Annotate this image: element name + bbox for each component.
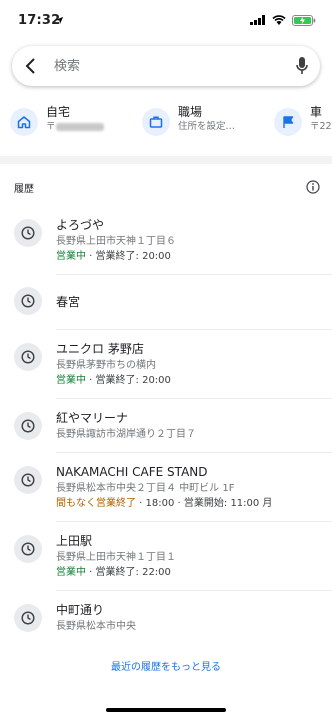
place-hours: 間もなく営業終了 · 18:00 · 営業開始: 11:00 月 bbox=[56, 498, 273, 509]
battery-charging-icon bbox=[292, 14, 316, 26]
open-status: 営業中 bbox=[56, 567, 86, 578]
place-address: 長野県上田市天神１丁目６ bbox=[56, 236, 176, 247]
home-indicator bbox=[106, 708, 226, 712]
home-icon bbox=[10, 108, 38, 136]
place-name: よろづや bbox=[56, 218, 105, 232]
history-item[interactable]: 紅やマリーナ 長野県諏訪市湖岸通り２丁目７ bbox=[0, 399, 332, 453]
place-hours: 営業中 · 営業終了: 20:00 bbox=[56, 375, 171, 386]
history-item[interactable]: 春宮 bbox=[0, 275, 332, 330]
shortcut-work[interactable]: 職場 住所を設定… bbox=[142, 104, 274, 148]
redacted-address bbox=[55, 122, 104, 131]
shortcut-home-label: 自宅 bbox=[46, 105, 71, 119]
status-bar: 17:32 bbox=[0, 0, 332, 40]
shortcut-home-sub: 〒 bbox=[46, 120, 104, 134]
history-header: 履歴 bbox=[0, 168, 332, 206]
clock-icon bbox=[14, 604, 42, 632]
place-name: 春宮 bbox=[56, 295, 81, 309]
shortcut-car-label: 車 bbox=[310, 105, 323, 119]
briefcase-icon bbox=[142, 108, 170, 136]
history-item[interactable]: NAKAMACHI CAFE STAND 長野県松本市中央２丁目４ 中町ビル 1… bbox=[0, 453, 332, 522]
shortcut-car-sub: 〒22 bbox=[310, 121, 332, 132]
place-address: 長野県松本市中央２丁目４ 中町ビル 1F bbox=[56, 483, 235, 494]
history-item[interactable]: ユニクロ 茅野店 長野県茅野市ちの横内 営業中 · 営業終了: 20:00 bbox=[0, 330, 332, 399]
place-name: NAKAMACHI CAFE STAND bbox=[56, 465, 208, 479]
clock-icon bbox=[14, 412, 42, 440]
history-item[interactable]: 中町通り 長野県松本市中央 bbox=[0, 591, 332, 644]
place-hours: 営業中 · 営業終了: 20:00 bbox=[56, 251, 171, 262]
place-hours: 営業中 · 営業終了: 22:00 bbox=[56, 567, 171, 578]
place-name: ユニクロ 茅野店 bbox=[56, 342, 144, 356]
place-name: 紅やマリーナ bbox=[56, 411, 129, 425]
more-history-link[interactable]: 最近の履歴をもっと見る bbox=[0, 658, 332, 673]
clock-icon bbox=[14, 466, 42, 494]
info-icon[interactable] bbox=[306, 180, 320, 194]
search-bar[interactable] bbox=[12, 46, 320, 86]
place-name: 中町通り bbox=[56, 603, 105, 617]
clock-icon bbox=[14, 219, 42, 247]
open-status: 営業中 bbox=[56, 375, 86, 386]
place-address: 長野県茅野市ちの横内 bbox=[56, 360, 156, 371]
microphone-icon[interactable] bbox=[296, 57, 308, 75]
shortcut-home[interactable]: 自宅 〒 bbox=[10, 104, 142, 148]
place-address: 長野県松本市中央 bbox=[56, 621, 136, 632]
place-address: 長野県諏訪市湖岸通り２丁目７ bbox=[56, 429, 196, 440]
status-icons bbox=[55, 14, 316, 26]
wifi-icon bbox=[272, 15, 286, 25]
open-status: 営業中 bbox=[56, 251, 86, 262]
place-name: 上田駅 bbox=[56, 534, 93, 548]
history-list: よろづや 長野県上田市天神１丁目６ 営業中 · 営業終了: 20:00 春宮 ユ… bbox=[0, 206, 332, 644]
flag-icon bbox=[274, 108, 302, 136]
section-divider bbox=[0, 156, 332, 164]
clock-icon bbox=[14, 287, 42, 315]
shortcut-work-sub: 住所を設定… bbox=[178, 121, 236, 132]
back-arrow-icon[interactable] bbox=[24, 58, 38, 74]
closing-soon-status: 間もなく営業終了 bbox=[56, 498, 136, 509]
shortcut-work-label: 職場 bbox=[178, 105, 203, 119]
history-title: 履歴 bbox=[14, 183, 34, 195]
history-item[interactable]: よろづや 長野県上田市天神１丁目６ 営業中 · 営業終了: 20:00 bbox=[0, 206, 332, 275]
history-item[interactable]: 上田駅 長野県上田市天神１丁目１ 営業中 · 営業終了: 22:00 bbox=[0, 522, 332, 591]
clock-icon bbox=[14, 343, 42, 371]
shortcut-car[interactable]: 車 〒22 bbox=[274, 104, 332, 148]
place-address: 長野県上田市天神１丁目１ bbox=[56, 552, 176, 563]
clock-icon bbox=[14, 535, 42, 563]
search-input[interactable] bbox=[52, 57, 296, 75]
signal-icon bbox=[250, 15, 265, 25]
location-arrow-icon bbox=[55, 16, 64, 24]
shortcut-chips: 自宅 〒 職場 住所を設定… 車 〒22 bbox=[0, 104, 332, 148]
